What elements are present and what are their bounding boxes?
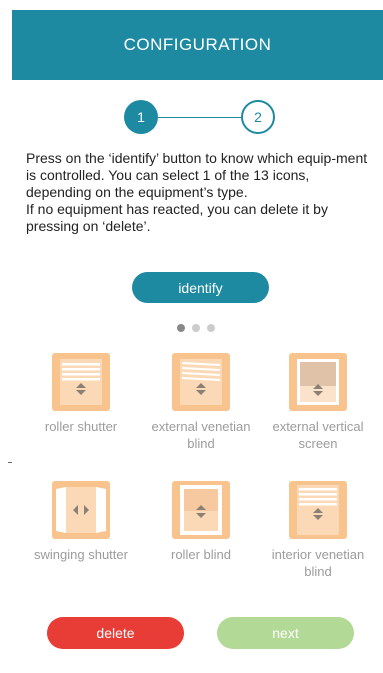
interior-venetian-blind-icon: [289, 481, 347, 539]
step-indicator: 1 2: [0, 100, 383, 136]
next-button[interactable]: next: [217, 617, 354, 649]
equipment-swinging-shutter[interactable]: swinging shutter: [21, 481, 141, 563]
step-1-circle: 1: [124, 100, 158, 134]
equipment-roller-blind[interactable]: roller blind: [141, 481, 261, 563]
external-vertical-screen-icon: [289, 353, 347, 411]
external-venetian-blind-icon: [172, 353, 230, 411]
equipment-label: roller shutter: [44, 419, 118, 434]
equipment-label: external venetian blind: [151, 419, 251, 451]
step-2-circle: 2: [241, 100, 275, 134]
equipment-label: interior venetian blind: [271, 547, 365, 579]
step-connector: [158, 117, 241, 118]
delete-button[interactable]: delete: [47, 617, 184, 649]
header-bar: CONFIGURATION: [12, 10, 383, 80]
page-dot-1[interactable]: [177, 324, 185, 332]
roller-blind-icon: [172, 481, 230, 539]
equipment-interior-venetian-blind[interactable]: interior venetian blind: [258, 481, 378, 580]
equipment-label: swinging shutter: [34, 547, 128, 562]
equipment-external-venetian-blind[interactable]: external venetian blind: [141, 353, 261, 452]
page-dot-3[interactable]: [207, 324, 215, 332]
instructions-text: Press on the ‘identify’ button to know w…: [26, 150, 371, 235]
edge-mark: [8, 462, 12, 463]
equipment-external-vertical-screen[interactable]: external vertical screen: [258, 353, 378, 452]
equipment-roller-shutter[interactable]: roller shutter: [21, 353, 141, 435]
page-dot-2[interactable]: [192, 324, 200, 332]
instructions-line-1: Press on the ‘identify’ button to know w…: [26, 150, 368, 200]
equipment-label: roller blind: [171, 547, 231, 562]
instructions-line-2: If no equipment has reacted, you can del…: [26, 201, 328, 234]
roller-shutter-icon: [52, 353, 110, 411]
equipment-label: external vertical screen: [272, 419, 364, 451]
page-dots: [177, 324, 215, 334]
swinging-shutter-icon: [52, 481, 110, 539]
page-title: CONFIGURATION: [123, 35, 272, 54]
identify-button[interactable]: identify: [132, 272, 269, 303]
